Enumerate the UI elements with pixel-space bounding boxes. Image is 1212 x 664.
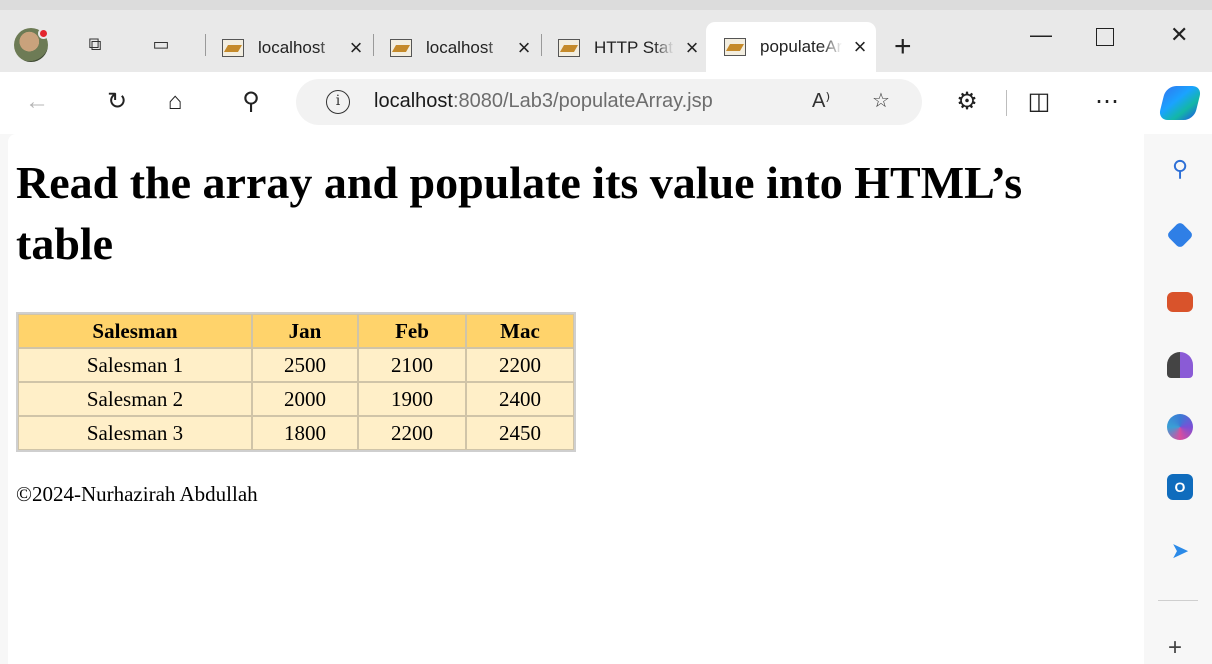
column-header: Jan	[252, 314, 358, 348]
tab-separator	[205, 34, 206, 56]
table-cell: 2200	[358, 416, 466, 450]
close-tab-icon[interactable]: ×	[850, 34, 870, 60]
tab-title: populateArray	[760, 37, 842, 56]
table-cell: Salesman 3	[18, 416, 252, 450]
search-icon[interactable]: ⚲	[1167, 156, 1193, 182]
tomcat-favicon-icon	[558, 39, 580, 57]
tab-separator	[541, 34, 542, 56]
copilot-icon[interactable]	[1157, 86, 1203, 120]
table-cell: 2450	[466, 416, 574, 450]
table-cell: Salesman 2	[18, 382, 252, 416]
tab-1[interactable]: localhost ×	[222, 28, 372, 68]
profile-avatar[interactable]	[14, 28, 49, 62]
info-icon[interactable]: i	[326, 90, 350, 114]
page-content: Read the array and populate its value in…	[16, 152, 1126, 507]
window-top-edge	[0, 0, 1212, 10]
extensions-icon[interactable]: ⚙	[952, 87, 982, 117]
close-tab-icon[interactable]: ×	[682, 35, 702, 61]
toolbar-separator	[1006, 90, 1007, 116]
tab-title: HTTP Status	[594, 38, 674, 57]
more-icon[interactable]: ⋯	[1092, 87, 1122, 117]
close-window-icon[interactable]: ✕	[1170, 22, 1188, 48]
star-icon[interactable]: ☆	[872, 88, 890, 113]
workspaces-icon[interactable]: ⧉	[84, 33, 106, 55]
tab-active[interactable]: populateArray ×	[706, 22, 876, 72]
tomcat-favicon-icon	[724, 38, 746, 56]
home-icon[interactable]: ⌂	[160, 87, 190, 117]
table-cell: 1900	[358, 382, 466, 416]
url-path: :8080/Lab3/populateArray.jsp	[452, 90, 713, 112]
edge-sidebar: ⚲ O ➤ +	[1146, 134, 1212, 664]
table-cell: 2400	[466, 382, 574, 416]
vertical-tabs-icon[interactable]: ▭	[150, 33, 172, 55]
url-host: localhost	[374, 90, 453, 112]
tools-icon[interactable]	[1167, 292, 1193, 312]
tab-3[interactable]: HTTP Status ×	[558, 28, 708, 68]
url-text[interactable]: localhost:8080/Lab3/populateArray.jsp	[374, 90, 713, 113]
notification-dot	[38, 28, 49, 39]
table-cell: 2000	[252, 382, 358, 416]
shopping-tag-icon[interactable]	[1166, 221, 1194, 249]
add-icon[interactable]: +	[1168, 634, 1182, 662]
tab-2[interactable]: localhost ×	[390, 28, 540, 68]
page-viewport: Read the array and populate its value in…	[8, 134, 1144, 664]
search-icon[interactable]: ⚲	[236, 87, 266, 117]
sales-table: Salesman Jan Feb Mac Salesman 1 2500 210…	[16, 312, 576, 452]
page-heading: Read the array and populate its value in…	[16, 157, 1023, 269]
table-cell: 2500	[252, 348, 358, 382]
close-tab-icon[interactable]: ×	[514, 35, 534, 61]
table-row: Salesman 2 2000 1900 2400	[18, 382, 574, 416]
copyright-footer: ©2024-Nurhazirah Abdullah	[16, 482, 258, 506]
table-header-row: Salesman Jan Feb Mac	[18, 314, 574, 348]
column-header: Feb	[358, 314, 466, 348]
tomcat-favicon-icon	[222, 39, 244, 57]
address-toolbar: ← ↻ ⌂ ⚲ i localhost:8080/Lab3/populateAr…	[0, 72, 1212, 134]
sidebar-separator	[1158, 600, 1198, 601]
split-screen-icon[interactable]: ◫	[1024, 87, 1054, 117]
read-aloud-icon[interactable]: A⁾	[812, 88, 830, 113]
maximize-icon[interactable]	[1096, 28, 1114, 46]
column-header: Salesman	[18, 314, 252, 348]
tab-title: localhost	[258, 38, 326, 57]
address-bar[interactable]: i localhost:8080/Lab3/populateArray.jsp …	[296, 79, 922, 125]
tab-separator	[373, 34, 374, 56]
tab-strip: ⧉ ▭ localhost × localhost × HTTP Status …	[0, 0, 1212, 72]
new-tab-button[interactable]: +	[894, 30, 912, 64]
column-header: Mac	[466, 314, 574, 348]
games-icon[interactable]	[1167, 352, 1193, 378]
table-row: Salesman 1 2500 2100 2200	[18, 348, 574, 382]
outlook-icon[interactable]: O	[1167, 474, 1193, 500]
back-arrow-icon[interactable]: ←	[22, 87, 52, 117]
table-row: Salesman 3 1800 2200 2450	[18, 416, 574, 450]
close-tab-icon[interactable]: ×	[346, 35, 366, 61]
tab-title: localhost	[426, 38, 494, 57]
table-cell: 2100	[358, 348, 466, 382]
refresh-icon[interactable]: ↻	[102, 87, 132, 117]
table-cell: 1800	[252, 416, 358, 450]
table-cell: Salesman 1	[18, 348, 252, 382]
tomcat-favicon-icon	[390, 39, 412, 57]
send-icon[interactable]: ➤	[1167, 538, 1193, 564]
minimize-icon[interactable]: —	[1030, 22, 1052, 48]
microsoft365-icon[interactable]	[1167, 414, 1193, 440]
table-cell: 2200	[466, 348, 574, 382]
